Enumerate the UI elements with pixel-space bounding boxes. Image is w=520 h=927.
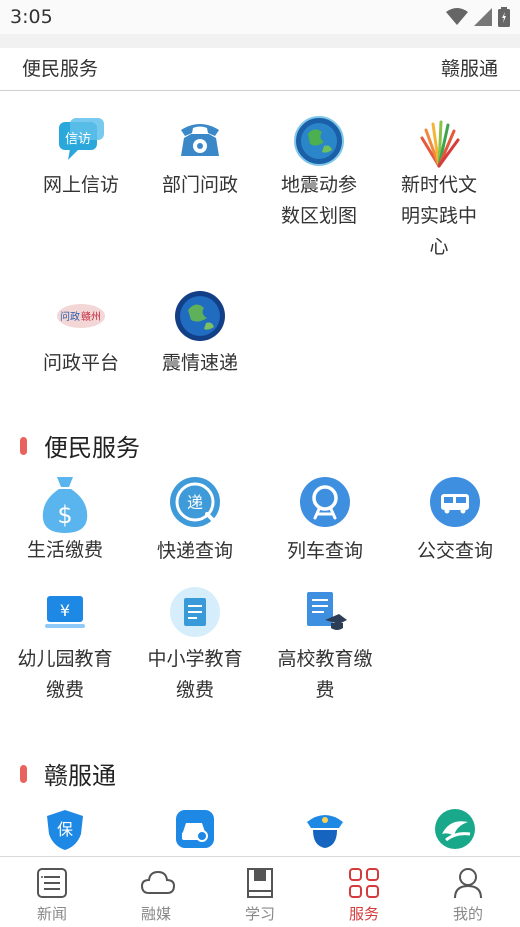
grid-item-label: 问政平台 [42,352,119,374]
service-label: 中小学教育 [147,648,243,670]
nav-news[interactable]: 新闻 [0,857,104,927]
service-label: 缴费 [175,679,214,701]
grid-item-label: 网上信访 [42,174,119,196]
tab-ganfutong[interactable]: 赣服通 [441,54,498,81]
battery-icon [498,7,510,27]
grid-item-label: 心 [429,236,449,258]
green-logo-icon [435,809,475,849]
person-icon [454,868,482,899]
section-title-bianmin: 便民服务 [20,428,140,463]
service-label: 费 [315,679,335,701]
service-label: 缴费 [45,679,84,701]
nav-xuexi[interactable]: 学习 [208,857,312,927]
tab-bianmin[interactable]: 便民服务 [22,54,98,81]
wenzheng-ganzhou-icon: 问政 赣州 [57,304,105,328]
grid-item-xinfang[interactable]: 信访 网上信访 [22,116,140,201]
grid-item-label: 部门问政 [161,174,238,196]
service-label: 幼儿园教育 [17,648,113,670]
grid-item-label: 地震动参 [280,174,357,196]
ganfutong-item-car[interactable] [135,808,255,850]
section-title-text: 赣服通 [44,762,116,790]
service-label: 快递查询 [156,540,233,562]
status-icons [446,7,510,27]
header-spacer [0,34,520,48]
grid-item-bumen-wenzheng[interactable]: 部门问政 [141,116,259,201]
earth-icon [294,116,344,166]
signal-icon [474,8,492,26]
money-bag-icon: $ [42,477,88,533]
svg-text:信访: 信访 [65,132,91,147]
status-bar: 3:05 [0,0,520,34]
section-title-ganfutong: 赣服通 [20,756,116,791]
nav-label: 融媒 [140,905,171,923]
fan-logo-icon [420,120,460,168]
yuan-payment-icon: ¥ [45,596,85,628]
nav-fuwu[interactable]: 服务 [312,857,416,927]
wifi-icon [446,8,468,25]
ganfutong-item-baoxian[interactable]: 保 [5,808,125,852]
service-label: 高校教育缴 [277,648,373,670]
grid-item-wenming-shijian[interactable]: 新时代文 明实践中 心 [379,116,499,263]
grid-item-label: 明实践中 [400,205,477,227]
express-delivery-icon: 递 [170,477,220,527]
bottom-navigation: 新闻 融媒 学习 服务 我的 [0,856,520,927]
bus-icon [430,477,480,527]
service-gongjiao-chaxun[interactable]: 公交查询 [395,476,515,567]
news-icon [37,868,67,898]
insurance-shield-icon: 保 [47,810,83,850]
grid-item-dizhen-quhua[interactable]: 地震动参 数区划图 [260,116,378,232]
grid-icon [349,868,379,898]
nav-label: 学习 [244,905,275,923]
grid-item-wenzheng-pingtai[interactable]: 问政 赣州 问政平台 [22,296,140,379]
service-label: 生活缴费 [26,539,103,561]
ganfutong-item-police[interactable] [265,808,385,850]
svg-text:递: 递 [187,493,203,512]
train-icon [300,477,350,527]
grid-item-zhenqing-sudi[interactable]: 震情速递 [141,290,259,379]
ganfutong-item-green[interactable] [395,808,515,850]
grid-item-label: 数区划图 [280,205,357,227]
section-marker [20,764,27,783]
telephone-icon [181,124,219,156]
graduation-doc-icon [307,592,347,630]
shield-label: 保 [57,820,73,839]
nav-label: 我的 [452,905,483,923]
grid-item-label: 震情速递 [161,352,238,374]
svg-text:$: $ [57,501,72,529]
nav-wode[interactable]: 我的 [416,857,520,927]
nav-label: 服务 [348,905,379,923]
nav-label: 新闻 [36,905,67,923]
grid-item-label: 新时代文 [400,174,477,196]
svg-text:问政: 问政 [60,310,80,323]
section-title-text: 便民服务 [44,434,140,462]
svg-text:赣州: 赣州 [81,310,101,323]
cloud-icon [140,870,176,894]
service-gaoxiao-jiaofei[interactable]: 高校教育缴 费 [265,590,385,706]
service-label: 列车查询 [286,540,363,562]
service-label: 公交查询 [416,540,493,562]
nav-rongmei[interactable]: 融媒 [104,857,208,927]
police-icon [307,815,343,848]
notebook-icon [170,587,220,637]
car-search-icon [176,810,214,848]
service-tabs: 便民服务 赣服通 [0,48,520,91]
service-shenghuo-jiaofei[interactable]: $ 生活缴费 [5,475,125,566]
service-youeryuan-jiaofei[interactable]: ¥ 幼儿园教育 缴费 [5,592,125,706]
service-kuaidi-chaxun[interactable]: 递 快递查询 [135,476,255,567]
section-marker [20,436,27,455]
earth-icon [175,291,225,341]
service-lieche-chaxun[interactable]: 列车查询 [265,476,385,567]
svg-text:¥: ¥ [60,601,70,620]
book-icon [247,868,273,898]
xinfang-icon: 信访 [59,118,104,160]
status-time: 3:05 [10,6,53,28]
service-zhongxiaoxue-jiaofei[interactable]: 中小学教育 缴费 [135,586,255,706]
